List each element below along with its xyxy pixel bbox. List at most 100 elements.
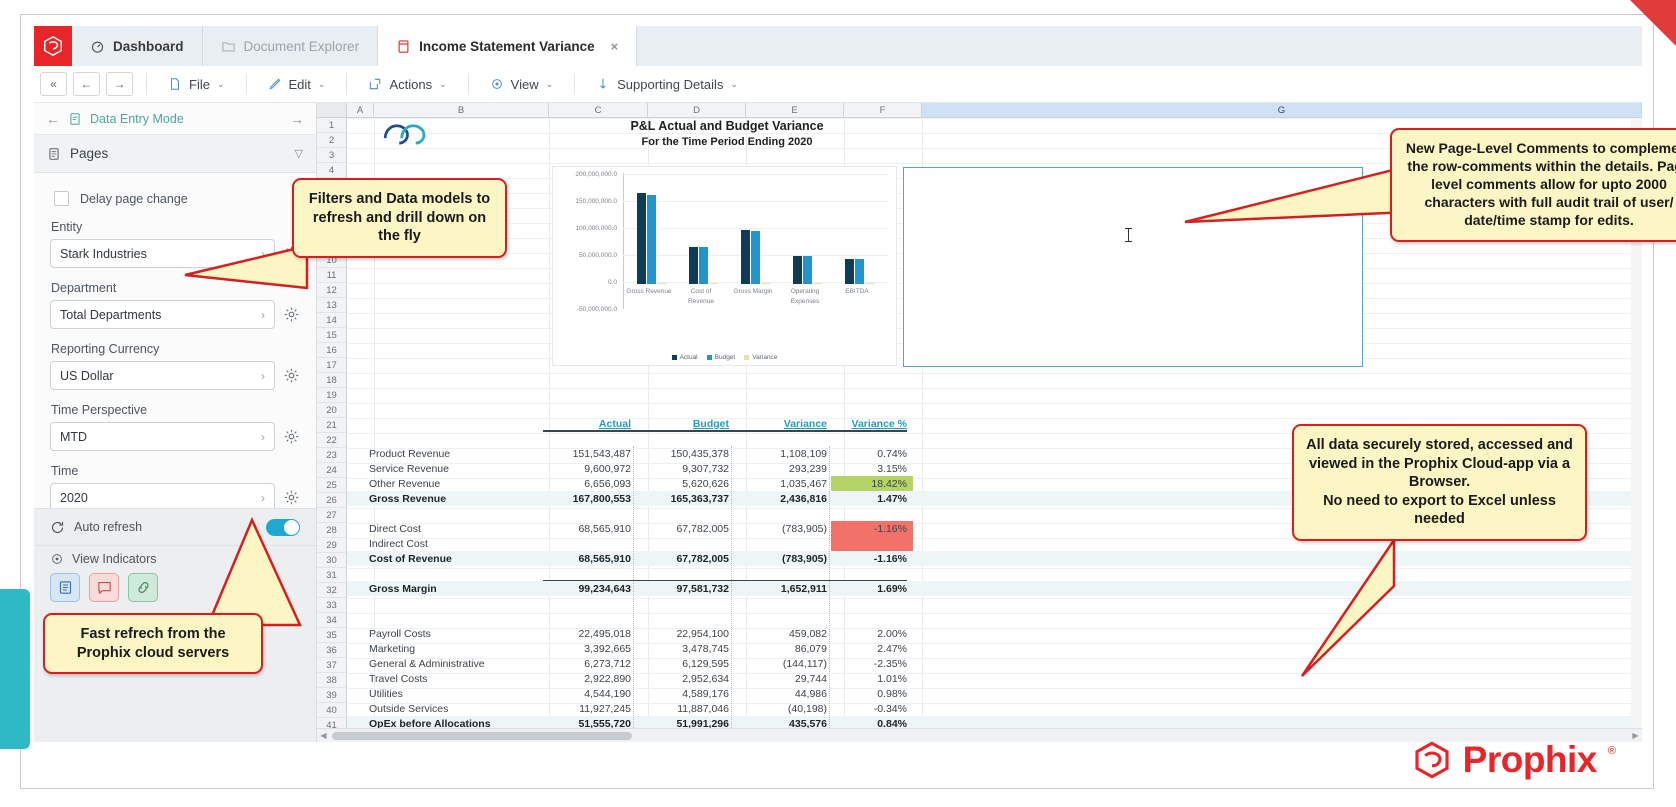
chevron-right-icon[interactable]: › [261,308,265,322]
menu-edit[interactable]: Edit ⌄ [258,69,336,99]
cell-actual: 6,273,712 [584,657,631,670]
table-row[interactable]: Utilities 4,544,190 4,589,176 44,986 0.98% [347,686,1642,701]
chevron-right-icon[interactable]: › [261,491,265,505]
row-header-32[interactable]: 32 [317,583,346,598]
gear-icon[interactable] [283,428,300,445]
row-header-30[interactable]: 30 [317,553,346,568]
row-header-1[interactable]: 1 [317,118,346,133]
column-separator [731,446,732,728]
row-header-20[interactable]: 20 [317,403,346,418]
select-all-corner[interactable] [317,103,347,117]
row-header-15[interactable]: 15 [317,328,346,343]
row-header-14[interactable]: 14 [317,313,346,328]
filter-reporting-currency-select[interactable]: US Dollar › [50,361,275,390]
table-row[interactable]: Gross Margin 99,234,643 97,581,732 1,652,91… [347,581,1642,596]
chevron-right-icon[interactable]: › [261,369,265,383]
row-header-39[interactable]: 39 [317,688,346,703]
collapse-panel-button[interactable]: « [40,72,67,96]
variance-bar-chart[interactable]: 200,000,000.0 150,000,000.0 100,000,000.… [552,166,897,366]
column-header-f[interactable]: F [844,103,922,117]
indicator-link-button[interactable] [128,573,158,602]
filter-department-select[interactable]: Total Departments › [50,300,275,329]
column-header-c[interactable]: C [549,103,648,117]
row-header-19[interactable]: 19 [317,388,346,403]
indicator-notes-button[interactable] [50,573,80,602]
menu-view[interactable]: View ⌄ [480,69,564,99]
tab-dashboard[interactable]: Dashboard [72,26,203,66]
row-header-31[interactable]: 31 [317,568,346,583]
row-header-33[interactable]: 33 [317,598,346,613]
menu-supporting-details[interactable]: Supporting Details ⌄ [586,69,748,99]
row-header-34[interactable]: 34 [317,613,346,628]
row-header-27[interactable]: 27 [317,508,346,523]
row-header-29[interactable]: 29 [317,538,346,553]
data-entry-mode-row[interactable]: ← Data Entry Mode → [34,103,316,135]
delay-page-change-checkbox[interactable] [54,191,69,206]
row-header-16[interactable]: 16 [317,343,346,358]
table-row[interactable]: General & Administrative 6,273,712 6,129,5… [347,656,1642,671]
row-header-4[interactable]: 4 [317,163,346,178]
gear-icon[interactable] [283,489,300,506]
menu-file[interactable]: File ⌄ [158,69,235,99]
scroll-left-icon[interactable]: ◀ [317,731,330,740]
column-header-d[interactable]: D [648,103,746,117]
scroll-right-icon[interactable]: ▶ [1629,731,1642,740]
row-header-3[interactable]: 3 [317,148,346,163]
back-button[interactable]: ← [73,72,100,96]
column-header-g[interactable]: G [922,103,1642,117]
bar-variance-gross-revenue [657,282,666,284]
row-header-28[interactable]: 28 [317,523,346,538]
pages-section-header[interactable]: Pages ▽ [34,135,316,173]
tab-income-statement-variance[interactable]: Income Statement Variance × [378,26,638,66]
table-row[interactable]: Outside Services 11,927,245 11,887,046 (40,… [347,701,1642,716]
table-row[interactable]: Travel Costs 2,922,890 2,952,634 29,744 1.01… [347,671,1642,686]
row-header-35[interactable]: 35 [317,628,346,643]
hscroll-thumb[interactable] [332,731,632,740]
table-row[interactable]: OpEx before Allocations 51,555,720 51,991,… [347,716,1642,729]
chevron-right-icon[interactable]: › [261,430,265,444]
gear-icon[interactable] [283,306,300,323]
expand-arrow-icon[interactable]: → [290,111,304,127]
cell-variance-pct: -1.16% [873,552,907,565]
row-header-17[interactable]: 17 [317,358,346,373]
bar-actual-ebitda [845,258,854,284]
forward-button[interactable]: → [106,72,133,96]
chevron-down-icon[interactable]: ▽ [295,147,303,160]
menu-actions[interactable]: Actions ⌄ [358,69,456,99]
row-header-18[interactable]: 18 [317,373,346,388]
app-logo[interactable] [34,26,72,66]
row-header-38[interactable]: 38 [317,673,346,688]
tab-document-explorer[interactable]: Document Explorer [202,26,379,66]
gear-icon[interactable] [283,367,300,384]
table-row[interactable]: Cost of Revenue 68,565,910 67,782,005 (783,… [347,551,1642,566]
cell-actual: 6,656,093 [584,477,631,490]
row-header-37[interactable]: 37 [317,658,346,673]
row-header-26[interactable]: 26 [317,493,346,508]
row-header-22[interactable]: 22 [317,433,346,448]
cell-actual: 99,234,643 [578,582,631,595]
row-header-2[interactable]: 2 [317,133,346,148]
delay-page-change-row[interactable]: Delay page change [54,191,300,206]
row-header-24[interactable]: 24 [317,463,346,478]
column-header-e[interactable]: E [746,103,844,117]
filter-time-perspective-select[interactable]: MTD › [50,422,275,451]
row-header-13[interactable]: 13 [317,298,346,313]
view-indicator-buttons [50,573,158,602]
row-header-25[interactable]: 25 [317,478,346,493]
cell-budget: 67,782,005 [676,522,729,535]
row-header-12[interactable]: 12 [317,283,346,298]
column-header-b[interactable]: B [374,103,549,117]
row-header-11[interactable]: 11 [317,268,346,283]
close-icon[interactable]: × [611,39,619,54]
filters-body: Delay page change Entity Stark Industrie… [34,173,316,512]
column-header-a[interactable]: A [347,103,374,117]
table-row[interactable]: Payroll Costs 22,495,018 22,954,100 459,082… [347,626,1642,641]
indicator-comment-button[interactable] [89,573,119,602]
row-header-21[interactable]: 21 [317,418,346,433]
row-header-23[interactable]: 23 [317,448,346,463]
row-header-40[interactable]: 40 [317,703,346,718]
bar-budget-operating-expenses [803,255,812,284]
table-row[interactable]: Marketing 3,392,665 3,478,745 86,079 2.47% [347,641,1642,656]
back-arrow-icon[interactable]: ← [46,111,60,127]
row-header-36[interactable]: 36 [317,643,346,658]
